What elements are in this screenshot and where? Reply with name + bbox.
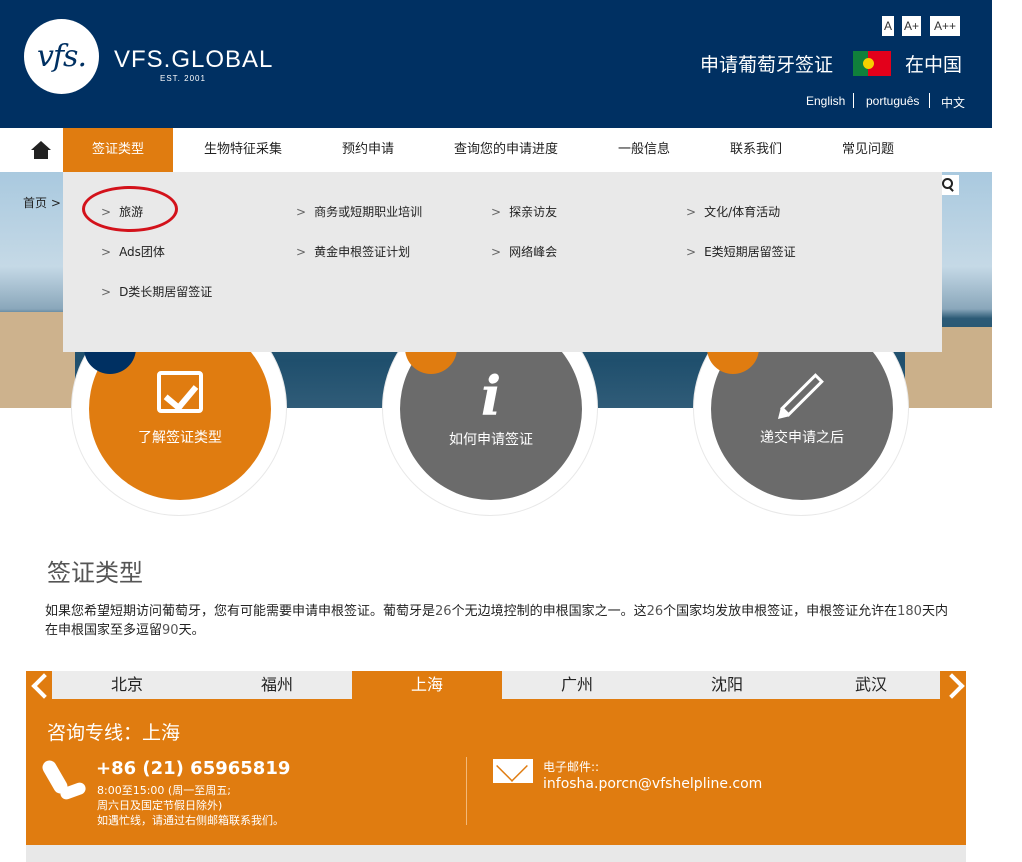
tab-beijing[interactable]: 北京 (52, 671, 202, 699)
brand-name: VFS.GLOBAL (114, 46, 274, 73)
phone-icon (46, 759, 88, 801)
site-header: vfs. VFS.GLOBAL EST. 2001 A A+ A++ 申请葡萄牙… (0, 0, 992, 128)
nav-general-info[interactable]: 一般信息 (589, 128, 699, 172)
chevron-right-icon: > (491, 245, 502, 259)
body-number: 90 (162, 623, 179, 638)
vfs-logo[interactable]: vfs. (24, 19, 99, 94)
section-title: 签证类型 (47, 559, 143, 587)
tabs-next-arrow-icon[interactable] (940, 671, 966, 699)
chevron-right-icon: > (101, 245, 112, 259)
lang-divider (929, 93, 930, 108)
body-text: 个无边境控制的申根国家之一。这 (451, 604, 647, 619)
checkbox-icon (157, 371, 203, 413)
location-label: 在中国 (905, 54, 963, 76)
circle-label: 如何申请签证 (449, 432, 533, 448)
tab-shanghai[interactable]: 上海 (352, 671, 502, 699)
tab-wuhan[interactable]: 武汉 (802, 671, 940, 699)
visa-types-dropdown: > 旅游 > 商务或短期职业培训 > 探亲访友 > 文化/体育活动 > Ads团体 > 黄金… (63, 172, 942, 352)
tab-fuzhou[interactable]: 福州 (202, 671, 352, 699)
email-label: 电子邮件:: (543, 760, 600, 774)
email-address-link[interactable]: infosha.porcn@vfshelpline.com (543, 776, 762, 792)
hours-line: 8:00至15:00 (周一至周五; (97, 784, 231, 797)
body-number: 26 (435, 604, 452, 619)
chevron-right-icon: > (296, 245, 307, 259)
dropdown-item-label: 探亲访友 (509, 205, 558, 219)
hotline-title: 咨询专线：上海 (47, 722, 181, 744)
lang-chinese-link[interactable]: 中文 (941, 94, 965, 111)
font-size-normal-button[interactable]: A (882, 16, 894, 36)
lang-portuguese-link[interactable]: português (866, 94, 919, 108)
section-body: 如果您希望短期访问葡萄牙，您有可能需要申请申根签证。葡萄牙是26个无边境控制的申… (45, 602, 950, 640)
chevron-right-icon: > (101, 285, 112, 299)
dropdown-item-golden-visa[interactable]: > 黄金申根签证计划 (296, 243, 410, 260)
page-heading: 申请葡萄牙签证 (700, 54, 834, 76)
circle-label: 递交申请之后 (760, 430, 844, 446)
body-number: 26 (646, 604, 664, 619)
dropdown-item-type-e-visa[interactable]: > E类短期居留签证 (686, 243, 796, 260)
logo-text: vfs. (37, 39, 87, 74)
nav-contact-us[interactable]: 联系我们 (701, 128, 811, 172)
chevron-right-icon: > (686, 245, 697, 259)
chevron-right-icon: > (686, 205, 697, 219)
chevron-right-icon: > (491, 205, 502, 219)
hours-line: 周六日及国定节假日除外) (97, 799, 223, 812)
body-text: 如果您希望短期访问葡萄牙，您有可能需要申请申根签证。葡萄牙是 (45, 604, 436, 619)
mail-icon (493, 759, 533, 783)
nav-faq[interactable]: 常见问题 (813, 128, 923, 172)
nav-biometrics[interactable]: 生物特征采集 (188, 128, 298, 172)
hours-line: 如遇忙线，请通过右侧邮箱联系我们。 (97, 814, 284, 827)
dropdown-item-label: 文化/体育活动 (704, 205, 781, 219)
lang-divider (853, 93, 854, 108)
dropdown-item-label: E类短期居留签证 (704, 245, 796, 259)
font-size-xlarge-button[interactable]: A++ (930, 16, 960, 36)
tabs-prev-arrow-icon[interactable] (26, 671, 52, 699)
pencil-icon (780, 373, 824, 417)
nav-track-application[interactable]: 查询您的申请进度 (438, 128, 574, 172)
portugal-flag-icon (853, 51, 891, 76)
highlight-circle-annotation (82, 186, 178, 232)
dropdown-item-web-summit[interactable]: > 网络峰会 (491, 243, 557, 260)
dropdown-item-family-visit[interactable]: > 探亲访友 (491, 203, 557, 220)
dropdown-item-label: 网络峰会 (509, 245, 558, 259)
dropdown-item-ads-group[interactable]: > Ads团体 (101, 243, 165, 260)
dropdown-item-label: Ads团体 (119, 245, 165, 259)
dropdown-item-culture-sports[interactable]: > 文化/体育活动 (686, 203, 780, 220)
nav-appointment[interactable]: 预约申请 (313, 128, 423, 172)
brand-est: EST. 2001 (160, 74, 206, 83)
office-hours: 8:00至15:00 (周一至周五; 周六日及国定节假日除外) 如遇忙线，请通过… (97, 783, 284, 828)
tab-shenyang[interactable]: 沈阳 (652, 671, 802, 699)
dropdown-item-label: 黄金申根签证计划 (314, 245, 411, 259)
chevron-right-icon: > (296, 205, 307, 219)
lang-english-link[interactable]: English (806, 94, 845, 108)
body-text: 天。 (178, 623, 205, 638)
font-size-large-button[interactable]: A+ (902, 16, 921, 36)
body-text: 个国家均发放申根签证，申根签证允许在 (663, 604, 898, 619)
breadcrumb[interactable]: 首页 > (23, 194, 61, 211)
info-icon: i (480, 364, 502, 428)
home-icon[interactable] (30, 141, 52, 159)
city-tabs: 北京 福州 上海 广州 沈阳 武汉 (26, 671, 966, 699)
dropdown-item-label: D类长期居留签证 (119, 285, 213, 299)
hotline-divider (466, 757, 467, 825)
circle-label: 了解签证类型 (138, 430, 222, 446)
dropdown-item-type-d-visa[interactable]: > D类长期居留签证 (101, 283, 212, 300)
hotline-panel: 咨询专线：上海 +86 (21) 65965819 8:00至15:00 (周一… (26, 699, 966, 845)
dropdown-item-business[interactable]: > 商务或短期职业培训 (296, 203, 422, 220)
phone-number[interactable]: +86 (21) 65965819 (96, 758, 290, 779)
dropdown-item-label: 商务或短期职业培训 (314, 205, 423, 219)
tab-guangzhou[interactable]: 广州 (502, 671, 652, 699)
body-number: 180 (897, 604, 922, 619)
footer-strip (26, 845, 966, 862)
nav-visa-types[interactable]: 签证类型 (63, 128, 173, 172)
main-nav: 签证类型 生物特征采集 预约申请 查询您的申请进度 一般信息 联系我们 常见问题 (0, 128, 992, 172)
